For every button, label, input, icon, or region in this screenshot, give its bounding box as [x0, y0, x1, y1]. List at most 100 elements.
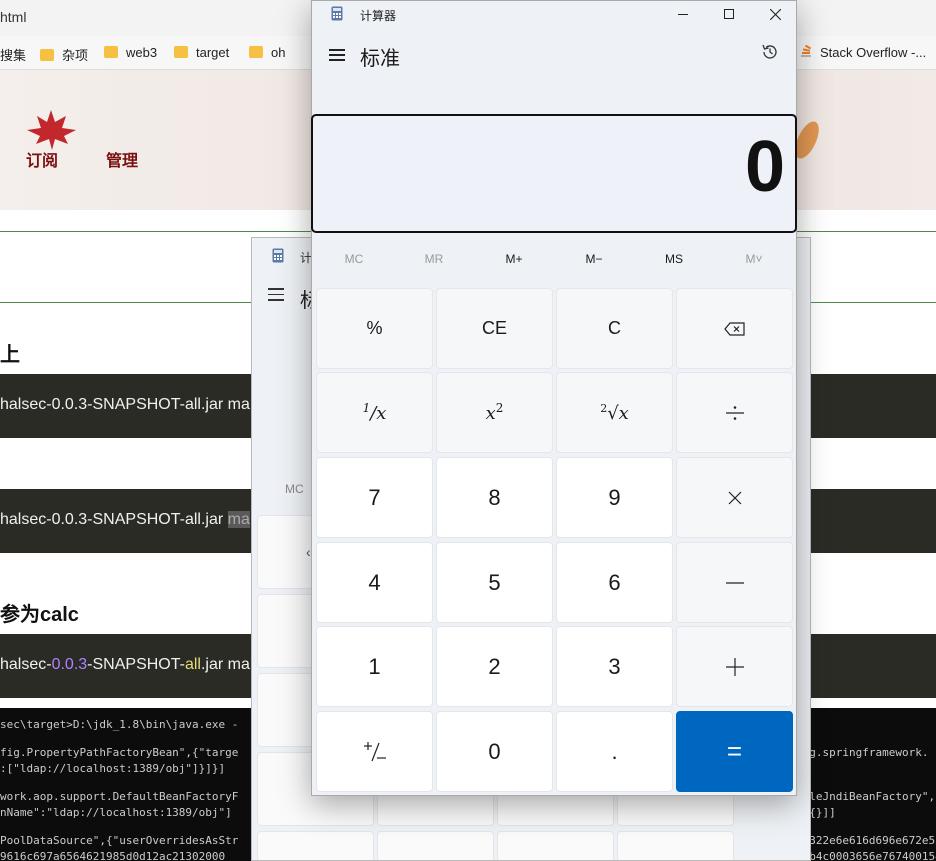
stackoverflow-icon [801, 45, 812, 57]
memory-store-button[interactable]: MS [634, 239, 714, 279]
bookmark-label: web3 [126, 45, 158, 60]
bookmark-label: 搜集 [0, 48, 27, 63]
terminal-line: 53b4c0003656e767400154c6a61 [796, 850, 936, 861]
terminal-line: nName":"ldap://localhost:1389/obj"] [0, 806, 232, 819]
terminal-line: :["ldap://localhost:1389/obj"]}]}] [0, 762, 226, 775]
history-icon [762, 44, 777, 59]
folder-icon [40, 49, 54, 61]
multiply-icon [728, 491, 741, 504]
hamburger-menu-button[interactable] [324, 41, 352, 69]
history-button[interactable] [760, 42, 786, 68]
calc-key[interactable] [377, 831, 494, 860]
digit-0-button[interactable]: 0 [436, 711, 553, 792]
clear-entry-button[interactable]: CE [436, 288, 553, 369]
bookmark-item[interactable]: 搜集 [0, 45, 26, 64]
calculator-window: 计算器 标准 0 MC MR M+ M− MS M˅ % CE C 1/x x2… [311, 0, 797, 796]
browser-tab-title[interactable]: html [0, 9, 26, 25]
add-button[interactable] [676, 626, 793, 707]
plus-minus-icon [363, 741, 386, 761]
square-icon: x2 [485, 401, 504, 424]
minimize-button[interactable] [660, 1, 706, 27]
backspace-icon [723, 321, 745, 336]
subtract-button[interactable] [676, 542, 793, 623]
square-button[interactable]: x2 [436, 372, 553, 453]
calculator-app-icon [331, 6, 343, 21]
multiply-button[interactable] [676, 457, 793, 538]
bookmark-item[interactable]: web3 [104, 45, 157, 60]
maximize-button[interactable] [706, 1, 752, 27]
calc-key[interactable] [497, 831, 614, 860]
folder-icon [174, 46, 188, 58]
digit-8-button[interactable]: 8 [436, 457, 553, 538]
digit-1-button[interactable]: 1 [316, 626, 433, 707]
divide-icon [725, 405, 744, 420]
folder-icon [104, 46, 118, 58]
bookmark-label: Stack Overflow -... [820, 45, 927, 60]
digit-7-button[interactable]: 7 [316, 457, 433, 538]
terminal-line: mpleJndiBeanFactory",{"share [796, 790, 936, 803]
digit-2-button[interactable]: 2 [436, 626, 553, 707]
hamburger-icon[interactable] [268, 288, 284, 305]
memory-add-button[interactable]: M+ [474, 239, 554, 279]
terminal-line: org.springframework. [796, 746, 929, 759]
clear-button[interactable]: C [556, 288, 673, 369]
equals-button[interactable]: = [676, 711, 793, 792]
plus-icon [725, 657, 744, 676]
digit-9-button[interactable]: 9 [556, 457, 673, 538]
bookmark-item[interactable]: oh [249, 45, 285, 60]
terminal-line: sec\target>D:\jdk_1.8\bin\java.exe - [0, 718, 239, 731]
result-display: 0 [311, 114, 797, 233]
calc-key[interactable] [257, 831, 374, 860]
minimize-icon [678, 14, 688, 15]
calculator-app-icon [272, 248, 284, 263]
minus-icon [725, 581, 744, 584]
calculator-header: 标准 [312, 33, 796, 77]
decimal-button[interactable]: . [556, 711, 673, 792]
code-line: halsec-0.0.3-SNAPSHOT-all.jar ma [0, 511, 250, 528]
calc-key[interactable] [617, 831, 734, 860]
bookmark-item[interactable]: target [174, 45, 229, 60]
maple-leaf-logo [27, 110, 76, 150]
terminal-line: 76322e6e616d696e672e5265666 [796, 834, 936, 847]
bookmark-label: target [196, 45, 230, 60]
reciprocal-button[interactable]: 1/x [316, 372, 433, 453]
bookmark-label: 杂项 [62, 48, 89, 63]
digit-6-button[interactable]: 6 [556, 542, 673, 623]
section-heading: 上 [0, 344, 20, 366]
close-icon [769, 8, 781, 20]
percent-button[interactable]: % [316, 288, 433, 369]
memory-list-button[interactable]: M˅ [714, 239, 794, 279]
mode-title: 标准 [360, 48, 400, 70]
window-title: 计算器 [360, 9, 397, 23]
title-bar[interactable]: 计算器 [312, 1, 796, 29]
digit-5-button[interactable]: 5 [436, 542, 553, 623]
bookmark-item[interactable]: 杂项 [40, 45, 88, 64]
backspace-button[interactable] [676, 288, 793, 369]
folder-icon [249, 46, 263, 58]
digit-4-button[interactable]: 4 [316, 542, 433, 623]
divide-button[interactable] [676, 372, 793, 453]
maximize-icon [724, 9, 734, 19]
square-root-icon: 2√x [600, 401, 629, 424]
terminal-line: work.aop.support.DefaultBeanFactoryF [0, 790, 239, 803]
square-root-button[interactable]: 2√x [556, 372, 673, 453]
memory-clear-button[interactable]: MC [285, 482, 304, 496]
bookmark-item[interactable]: Stack Overflow -... [800, 45, 926, 60]
code-line: halsec-0.0.3-SNAPSHOT-all.jar ma [0, 656, 250, 673]
nav-link-manage[interactable]: 管理 [106, 147, 138, 171]
code-line: halsec-0.0.3-SNAPSHOT-all.jar ma [0, 396, 250, 413]
terminal-line: fig.PropertyPathFactoryBean",{"targe [0, 746, 239, 759]
negate-button[interactable] [316, 711, 433, 792]
reciprocal-icon: 1/x [362, 401, 387, 424]
memory-subtract-button[interactable]: M− [554, 239, 634, 279]
digit-3-button[interactable]: 3 [556, 626, 673, 707]
close-button[interactable] [752, 1, 798, 27]
bookmark-label: oh [271, 45, 286, 60]
memory-recall-button[interactable]: MR [394, 239, 474, 279]
display-value: 0 [744, 127, 785, 207]
terminal-line: PoolDataSource",{"userOverridesAsStr [0, 834, 239, 847]
terminal-line: 9616c697a6564621985d0d12ac21302000 [0, 850, 226, 861]
nav-link-subscribe[interactable]: 订阅 [26, 147, 58, 171]
section-heading: 参为calc [0, 604, 79, 626]
memory-clear-button[interactable]: MC [314, 239, 394, 279]
